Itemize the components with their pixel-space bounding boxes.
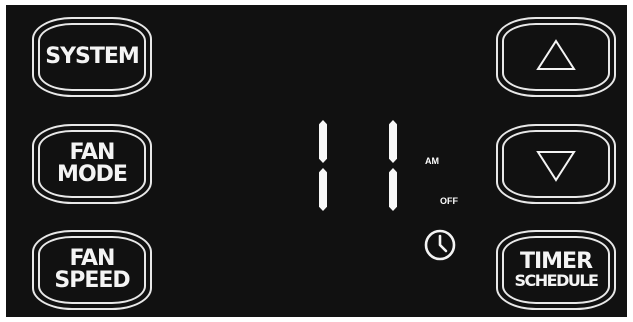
digit-2-upper-segment — [389, 120, 397, 163]
timer-schedule-button[interactable]: TIMER SCHEDULE — [496, 230, 616, 310]
fan-speed-button[interactable]: FAN SPEED — [32, 230, 152, 310]
fan-mode-button[interactable]: FAN MODE — [32, 124, 152, 204]
down-button[interactable] — [496, 124, 616, 204]
am-indicator: AM — [425, 156, 439, 166]
down-triangle-icon — [536, 151, 576, 182]
system-button[interactable]: SYSTEM — [32, 17, 152, 97]
digit-1-upper-segment — [319, 120, 327, 163]
fan-speed-button-label: FAN SPEED — [54, 246, 130, 293]
up-button[interactable] — [496, 17, 616, 97]
digit-2-lower-segment — [389, 168, 397, 211]
clock-icon — [424, 229, 456, 261]
off-indicator: OFF — [440, 196, 458, 206]
digit-1-lower-segment — [319, 168, 327, 211]
timer-schedule-button-label: TIMER SCHEDULE — [514, 249, 599, 290]
up-triangle-icon — [536, 39, 576, 70]
system-button-label: SYSTEM — [45, 44, 140, 69]
fan-mode-button-label: FAN MODE — [57, 140, 128, 187]
